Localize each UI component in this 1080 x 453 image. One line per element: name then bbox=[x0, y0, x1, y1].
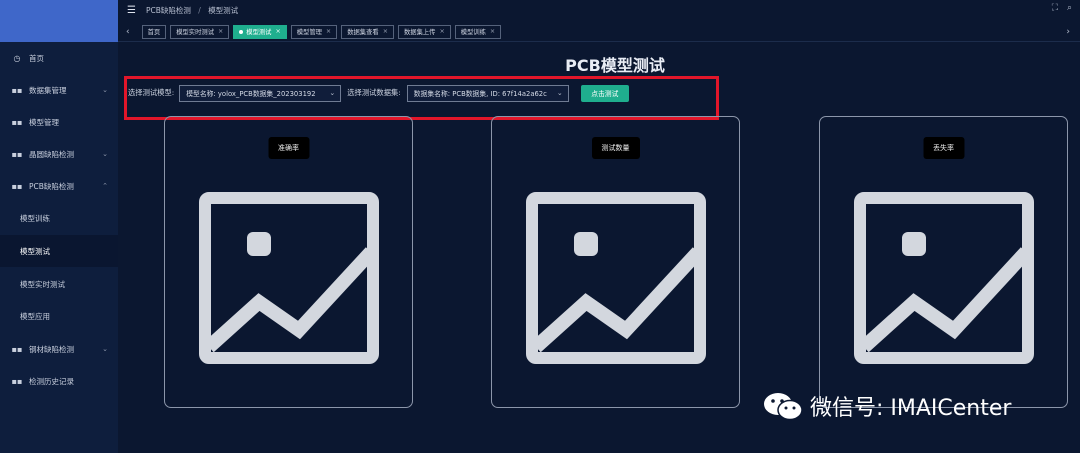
close-icon[interactable]: × bbox=[490, 28, 495, 35]
image-placeholder-icon bbox=[199, 192, 379, 364]
tab-label: 模型测试 bbox=[246, 29, 272, 36]
accuracy-card: 准确率 bbox=[164, 116, 413, 408]
fullscreen-icon[interactable]: ⛶ bbox=[1052, 3, 1058, 13]
tab-label: 模型管理 bbox=[296, 29, 322, 36]
card-label: 准确率 bbox=[268, 137, 309, 159]
active-dot-icon bbox=[239, 29, 244, 34]
sidebar-item-label: PCB缺陷检测 bbox=[29, 181, 74, 191]
chevron-up-icon: ⌃ bbox=[102, 182, 108, 190]
clock-icon: ◷ bbox=[13, 53, 21, 63]
card-label: 测试数量 bbox=[591, 137, 640, 159]
close-icon[interactable]: × bbox=[383, 28, 388, 35]
sidebar-item-model-management[interactable]: ▪▪ 模型管理 bbox=[0, 106, 118, 138]
highlight-box bbox=[124, 76, 719, 120]
image-placeholder-icon bbox=[526, 192, 706, 364]
tab-model-management[interactable]: 模型管理 × bbox=[290, 24, 338, 39]
tab-model-realtime-testing[interactable]: 模型实时测试 × bbox=[170, 24, 230, 39]
close-icon[interactable]: × bbox=[218, 28, 223, 35]
sidebar-item-steel-defect[interactable]: ▪▪ 钢材缺陷检测 ⌄ bbox=[0, 333, 118, 365]
test-count-card: 测试数量 bbox=[491, 116, 740, 408]
tab-dataset-view[interactable]: 数据集查看 × bbox=[341, 24, 394, 39]
sidebar: ◷ 首页 ▪▪ 数据集管理 ⌄ ▪▪ 模型管理 ▪▪ 晶圆缺陷检测 ⌄ ▪▪ P… bbox=[0, 0, 118, 453]
tab-label: 数据集查看 bbox=[347, 29, 379, 36]
sidebar-item-model-realtime-testing[interactable]: 模型实时测试 bbox=[0, 268, 118, 300]
chevron-down-icon: ⌄ bbox=[102, 150, 108, 158]
sidebar-item-home[interactable]: ◷ 首页 bbox=[0, 42, 118, 74]
grid-icon: ▪▪ bbox=[11, 117, 23, 127]
sidebar-item-detection-history[interactable]: ▪▪ 检测历史记录 bbox=[0, 365, 118, 397]
tab-bar: ‹ 首页 模型实时测试 × 模型测试 × 模型管理 × 数据集查看 × 数据集上… bbox=[118, 22, 1080, 42]
grid-icon: ▪▪ bbox=[11, 344, 23, 354]
close-icon[interactable]: × bbox=[439, 28, 444, 35]
breadcrumb-item: 模型测试 bbox=[208, 5, 239, 15]
breadcrumb-separator: / bbox=[198, 5, 201, 15]
sidebar-item-label: 模型管理 bbox=[29, 117, 59, 127]
breadcrumb-item[interactable]: PCB缺陷检测 bbox=[146, 6, 191, 15]
search-icon[interactable]: ⌕ bbox=[1067, 3, 1072, 13]
sidebar-item-model-training[interactable]: 模型训练 bbox=[0, 202, 118, 234]
chevron-left-icon[interactable]: ‹ bbox=[126, 27, 130, 37]
tab-dataset-upload[interactable]: 数据集上传 × bbox=[397, 24, 451, 39]
close-icon[interactable]: × bbox=[326, 28, 331, 35]
chevron-down-icon: ⌄ bbox=[102, 345, 108, 353]
tab-label: 模型实时测试 bbox=[176, 29, 214, 36]
sidebar-item-label: 数据集管理 bbox=[29, 85, 67, 95]
grid-icon: ▪▪ bbox=[11, 85, 23, 95]
tab-model-testing[interactable]: 模型测试 × bbox=[233, 24, 287, 39]
chevron-right-icon[interactable]: › bbox=[1066, 27, 1070, 37]
sidebar-item-label: 钢材缺陷检测 bbox=[29, 344, 74, 354]
sidebar-item-label: 检测历史记录 bbox=[29, 376, 74, 386]
sidebar-item-label: 模型实时测试 bbox=[20, 279, 65, 289]
watermark: 微信号: IMAICenter bbox=[762, 390, 1011, 422]
watermark-text: 微信号: IMAICenter bbox=[810, 396, 1012, 421]
chevron-down-icon: ⌄ bbox=[102, 86, 108, 94]
page-title: PCB模型测试 bbox=[565, 56, 665, 75]
sidebar-item-label: 模型应用 bbox=[20, 311, 50, 321]
image-placeholder-icon bbox=[854, 192, 1034, 364]
sidebar-item-label: 模型训练 bbox=[20, 213, 50, 223]
tab-home[interactable]: 首页 bbox=[141, 24, 167, 39]
sidebar-item-model-application[interactable]: 模型应用 bbox=[0, 300, 118, 332]
tab-label: 模型训练 bbox=[460, 29, 486, 36]
sidebar-item-pcb-defect[interactable]: ▪▪ PCB缺陷检测 ⌃ bbox=[0, 170, 118, 202]
sidebar-item-label: 模型测试 bbox=[20, 246, 50, 256]
wechat-icon bbox=[764, 393, 803, 421]
grid-icon: ▪▪ bbox=[11, 181, 23, 191]
sidebar-item-wafer-defect[interactable]: ▪▪ 晶圆缺陷检测 ⌄ bbox=[0, 138, 118, 170]
grid-icon: ▪▪ bbox=[11, 149, 23, 159]
close-icon[interactable]: × bbox=[275, 28, 280, 35]
breadcrumb: PCB缺陷检测 / 模型测试 bbox=[146, 5, 238, 16]
tab-label: 首页 bbox=[147, 29, 161, 36]
tab-label: 数据集上传 bbox=[403, 29, 436, 36]
sidebar-item-dataset-management[interactable]: ▪▪ 数据集管理 ⌄ bbox=[0, 74, 118, 106]
top-bar: ☰ PCB缺陷检测 / 模型测试 ⛶ ⌕ bbox=[118, 0, 1080, 20]
card-label: 丢失率 bbox=[923, 137, 964, 159]
sidebar-item-label: 首页 bbox=[29, 53, 44, 63]
app-logo bbox=[0, 0, 118, 42]
menu-icon[interactable]: ☰ bbox=[127, 5, 136, 16]
sidebar-item-model-testing[interactable]: 模型测试 bbox=[0, 235, 118, 267]
loss-rate-card: 丢失率 bbox=[819, 116, 1068, 408]
grid-icon: ▪▪ bbox=[11, 376, 23, 386]
tab-model-training[interactable]: 模型训练 × bbox=[454, 24, 502, 39]
sidebar-item-label: 晶圆缺陷检测 bbox=[29, 149, 74, 159]
